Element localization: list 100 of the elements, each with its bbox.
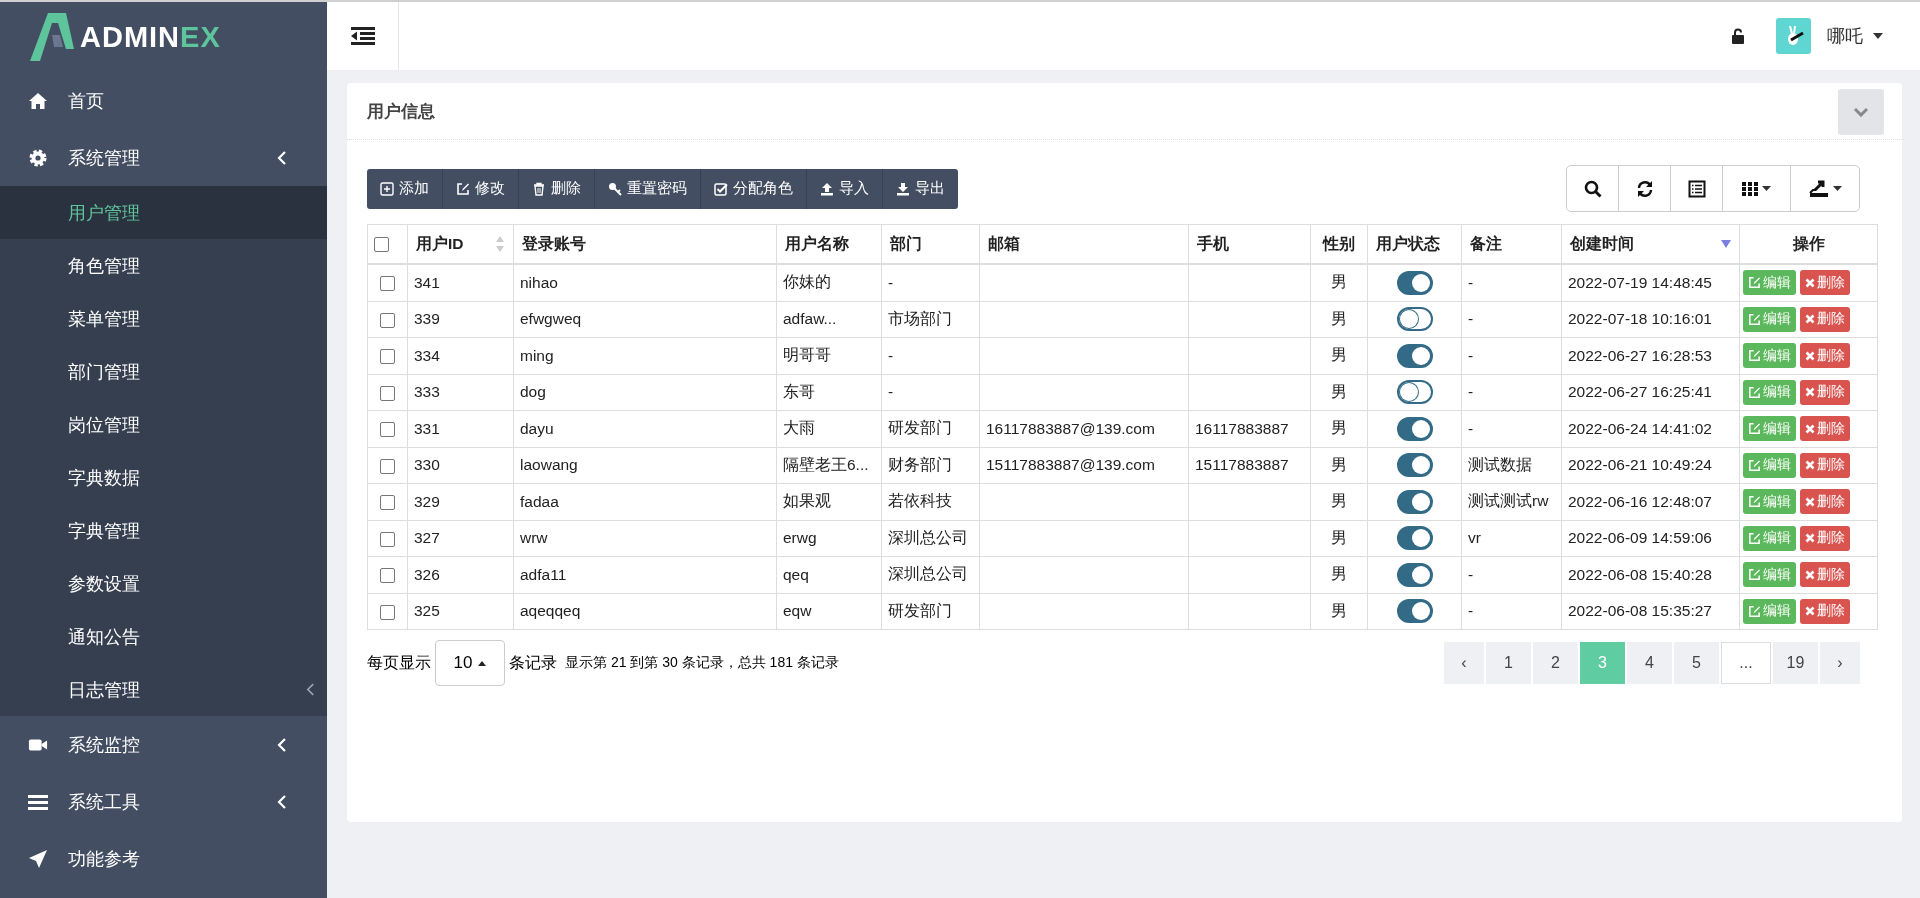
delete-button[interactable]: 删除 (1800, 306, 1850, 332)
search-icon (1583, 179, 1602, 198)
row-checkbox[interactable] (380, 312, 395, 328)
page-button[interactable]: 5 (1674, 642, 1719, 684)
table-cell: - (1468, 310, 1474, 328)
row-checkbox[interactable] (380, 531, 395, 547)
user-name[interactable]: 哪吒 (1827, 24, 1863, 48)
table-cell: - (1468, 565, 1474, 583)
submenu-item[interactable]: 日志管理 (0, 663, 327, 716)
table-cell: dog (520, 383, 546, 401)
row-checkbox[interactable] (380, 458, 395, 474)
table-cell: 16117883887 (1195, 419, 1289, 437)
column-header[interactable]: 操作 (1792, 233, 1825, 255)
column-header[interactable]: 手机 (1197, 233, 1229, 255)
status-toggle[interactable] (1396, 270, 1433, 295)
per-page-label: 每页显示 (367, 652, 431, 673)
table-cell: 341 (414, 273, 440, 291)
table-cell: 15117883887 (1195, 456, 1289, 474)
submenu-item[interactable]: 角色管理 (0, 239, 327, 292)
page-button[interactable]: 1 (1486, 642, 1531, 684)
toolbar-button[interactable]: 修改 (443, 168, 519, 209)
refresh-icon (1635, 179, 1654, 198)
delete-button[interactable]: 删除 (1800, 598, 1850, 624)
table-cell: 2022-06-08 15:40:28 (1568, 565, 1712, 583)
row-checkbox[interactable] (380, 422, 395, 438)
select-all-checkbox[interactable] (374, 237, 389, 253)
column-header[interactable]: 登录账号 (522, 233, 586, 255)
page-button[interactable]: › (1820, 642, 1860, 684)
chevron-icon (1853, 107, 1869, 117)
table-cell: 男 (1331, 419, 1347, 437)
sidebar-item[interactable]: 首页 (0, 72, 327, 129)
row-checkbox[interactable] (380, 349, 395, 365)
column-header[interactable]: 部门 (890, 233, 922, 255)
toolbar-button[interactable]: 删除 (519, 168, 595, 209)
status-toggle[interactable] (1396, 526, 1433, 551)
status-toggle[interactable] (1396, 599, 1433, 624)
toolbar-button[interactable]: 添加 (367, 168, 443, 209)
column-header[interactable]: 创建时间 (1570, 233, 1634, 255)
sort-descending-icon[interactable] (1721, 240, 1731, 248)
toolbar-button[interactable]: 分配角色 (701, 168, 807, 209)
avatar[interactable] (1776, 18, 1811, 54)
status-toggle[interactable] (1396, 489, 1433, 514)
page-size-dropdown[interactable]: 10 (435, 640, 505, 686)
submenu-item[interactable]: 字典管理 (0, 504, 327, 557)
status-toggle[interactable] (1396, 307, 1433, 332)
column-header[interactable]: 备注 (1470, 233, 1502, 255)
table-cell: 2022-06-27 16:28:53 (1568, 346, 1712, 364)
column-header[interactable]: 邮箱 (988, 233, 1020, 255)
status-toggle[interactable] (1396, 416, 1433, 441)
page-button[interactable]: 4 (1627, 642, 1672, 684)
sidebar-item[interactable]: 系统监控 (0, 716, 327, 773)
status-toggle[interactable] (1396, 562, 1433, 587)
delete-button[interactable]: 删除 (1800, 343, 1850, 369)
close-icon (1805, 314, 1815, 325)
row-checkbox[interactable] (380, 385, 395, 401)
submenu-item[interactable]: 岗位管理 (0, 398, 327, 451)
unlock-icon[interactable] (1732, 28, 1746, 44)
row-checkbox[interactable] (380, 604, 395, 620)
delete-button[interactable]: 删除 (1800, 452, 1850, 478)
submenu-item[interactable]: 参数设置 (0, 557, 327, 610)
submenu-item[interactable]: 用户管理 (0, 186, 327, 239)
submenu-item[interactable]: 部门管理 (0, 345, 327, 398)
table-cell: 16117883887@139.com (986, 419, 1155, 437)
submenu-item[interactable]: 菜单管理 (0, 292, 327, 345)
status-toggle[interactable] (1396, 453, 1433, 478)
table-cell: 2022-06-16 12:48:07 (1568, 492, 1712, 510)
row-checkbox[interactable] (380, 276, 395, 292)
table-cell: 2022-07-19 14:48:45 (1568, 273, 1712, 291)
key-icon (608, 181, 622, 196)
edit-icon (1748, 349, 1761, 363)
table-cell: 329 (414, 492, 440, 510)
toolbar-button[interactable]: 导出 (883, 168, 958, 209)
page-button[interactable]: ... (1721, 642, 1771, 684)
row-checkbox[interactable] (380, 568, 395, 584)
delete-button[interactable]: 删除 (1800, 379, 1850, 405)
sidebar-item[interactable]: 功能参考 (0, 830, 327, 887)
delete-button[interactable]: 删除 (1800, 525, 1850, 551)
page-button[interactable]: ‹ (1444, 642, 1484, 684)
toolbar-button[interactable]: 导入 (807, 168, 883, 209)
records-label: 条记录 (509, 652, 557, 673)
delete-button[interactable]: 删除 (1800, 562, 1850, 588)
status-toggle[interactable] (1396, 343, 1433, 368)
page-button[interactable]: 2 (1533, 642, 1578, 684)
toolbar-button[interactable]: 重置密码 (595, 168, 701, 209)
table-cell: erwg (783, 529, 817, 547)
sidebar-item[interactable]: 系统管理 (0, 129, 327, 186)
table-cell: eqw (783, 602, 812, 620)
delete-button[interactable]: 删除 (1800, 416, 1850, 442)
delete-button[interactable]: 删除 (1800, 270, 1850, 296)
sidebar-item[interactable]: 系统工具 (0, 773, 327, 830)
delete-button[interactable]: 删除 (1800, 489, 1850, 515)
table-cell: aqeqqeq (520, 602, 581, 620)
row-checkbox[interactable] (380, 495, 395, 511)
submenu-item[interactable]: 通知公告 (0, 610, 327, 663)
search-button[interactable] (1567, 166, 1619, 211)
submenu-item[interactable]: 字典数据 (0, 451, 327, 504)
table-cell: fadaa (520, 492, 559, 510)
page-button[interactable]: 19 (1773, 642, 1818, 684)
status-toggle[interactable] (1396, 380, 1433, 405)
edit-icon (1748, 531, 1761, 545)
